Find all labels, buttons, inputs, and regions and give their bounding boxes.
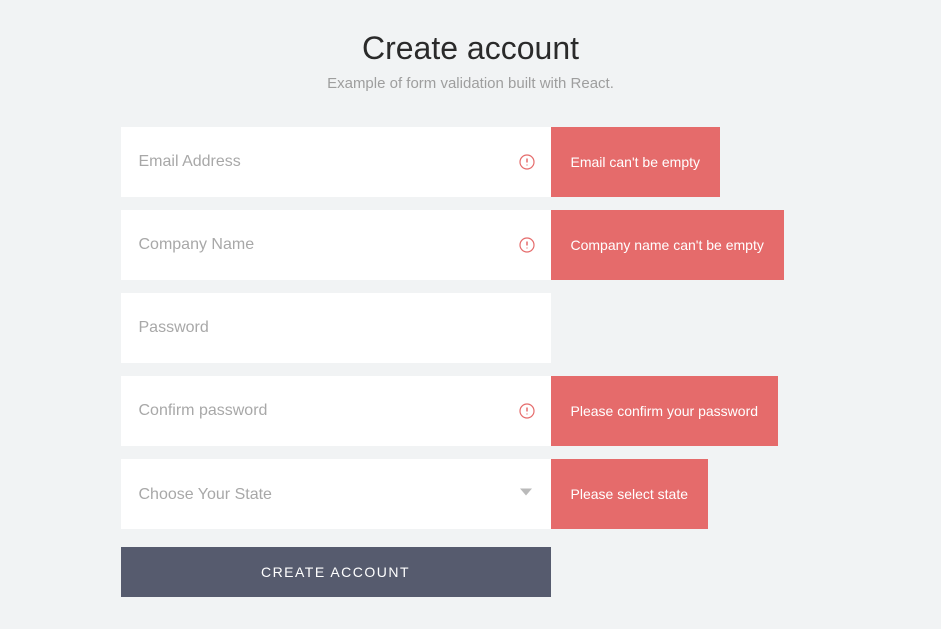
confirm-password-row: Please confirm your password — [121, 376, 821, 446]
company-field[interactable] — [121, 210, 551, 280]
page-title: Create account — [121, 30, 821, 67]
company-row: Company name can't be empty — [121, 210, 821, 280]
state-error-message: Please select state — [551, 459, 709, 529]
form-container: Create account Example of form validatio… — [121, 0, 821, 597]
state-select[interactable]: Choose Your State — [121, 459, 551, 529]
email-error-message: Email can't be empty — [551, 127, 721, 197]
state-select-wrapper: Choose Your State — [121, 459, 551, 529]
confirm-password-input-wrapper — [121, 376, 551, 446]
confirm-password-field[interactable] — [121, 376, 551, 446]
alert-icon — [519, 154, 535, 170]
confirm-password-error-message: Please confirm your password — [551, 376, 779, 446]
form-header: Create account Example of form validatio… — [121, 30, 821, 92]
email-input-wrapper — [121, 127, 551, 197]
password-field[interactable] — [121, 293, 551, 363]
company-input-wrapper — [121, 210, 551, 280]
alert-icon — [519, 237, 535, 253]
email-field[interactable] — [121, 127, 551, 197]
company-error-message: Company name can't be empty — [551, 210, 784, 280]
alert-icon — [519, 403, 535, 419]
page-subtitle: Example of form validation built with Re… — [121, 75, 821, 92]
create-account-button[interactable]: CREATE ACCOUNT — [121, 547, 551, 597]
email-row: Email can't be empty — [121, 127, 821, 197]
state-row: Choose Your State Please select state — [121, 459, 821, 529]
password-input-wrapper — [121, 293, 551, 363]
password-row — [121, 293, 821, 363]
